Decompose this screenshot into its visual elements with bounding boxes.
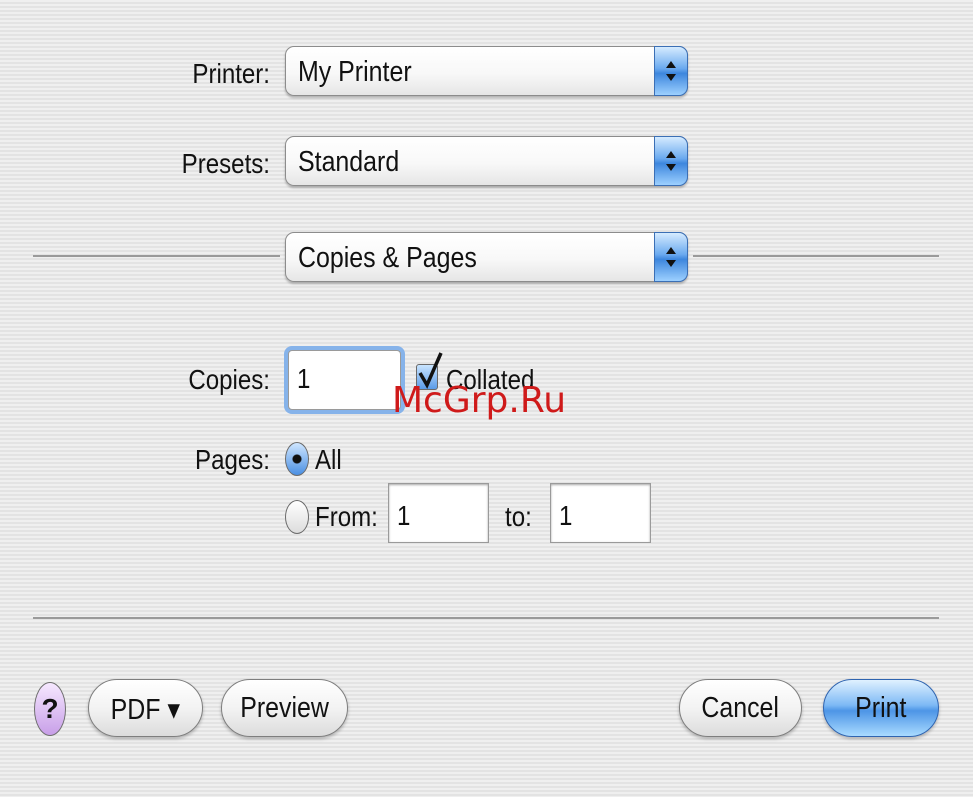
from-value: 1 bbox=[397, 500, 411, 531]
separator-line bbox=[33, 617, 939, 619]
pages-label: Pages: bbox=[195, 444, 270, 475]
help-button[interactable]: ? bbox=[34, 682, 66, 736]
from-field[interactable]: 1 bbox=[388, 483, 489, 543]
separator-line bbox=[693, 255, 939, 257]
to-value: 1 bbox=[559, 500, 573, 531]
printer-value: My Printer bbox=[298, 56, 412, 88]
cancel-button[interactable]: Cancel bbox=[679, 679, 802, 737]
popup-arrows-icon bbox=[654, 136, 688, 186]
copies-label: Copies: bbox=[188, 364, 270, 395]
print-button[interactable]: Print bbox=[823, 679, 939, 737]
printer-label: Printer: bbox=[192, 58, 270, 89]
panel-value: Copies & Pages bbox=[298, 242, 477, 274]
presets-label: Presets: bbox=[181, 148, 270, 179]
print-button-label: Print bbox=[855, 692, 907, 724]
printer-popup[interactable]: My Printer bbox=[285, 46, 688, 96]
help-icon: ? bbox=[41, 693, 59, 724]
preview-button-label: Preview bbox=[240, 692, 329, 724]
preview-button[interactable]: Preview bbox=[221, 679, 348, 737]
from-label: From: bbox=[315, 501, 378, 532]
popup-arrows-icon bbox=[654, 46, 688, 96]
panel-popup[interactable]: Copies & Pages bbox=[285, 232, 688, 282]
watermark-text: McGrp.Ru bbox=[392, 380, 567, 421]
to-label: to: bbox=[505, 501, 532, 532]
pdf-button-label: PDF ▾ bbox=[110, 694, 181, 726]
presets-value: Standard bbox=[298, 146, 400, 178]
pages-all-label: All bbox=[315, 444, 342, 475]
pages-range-radio[interactable] bbox=[285, 500, 309, 534]
copies-field[interactable]: 1 bbox=[288, 350, 401, 410]
copies-value: 1 bbox=[297, 363, 311, 394]
pdf-button[interactable]: PDF ▾ bbox=[88, 679, 203, 737]
separator-line bbox=[33, 255, 280, 257]
to-field[interactable]: 1 bbox=[550, 483, 651, 543]
pages-all-radio[interactable] bbox=[285, 442, 309, 476]
presets-popup[interactable]: Standard bbox=[285, 136, 688, 186]
cancel-button-label: Cancel bbox=[701, 692, 780, 724]
popup-arrows-icon bbox=[654, 232, 688, 282]
